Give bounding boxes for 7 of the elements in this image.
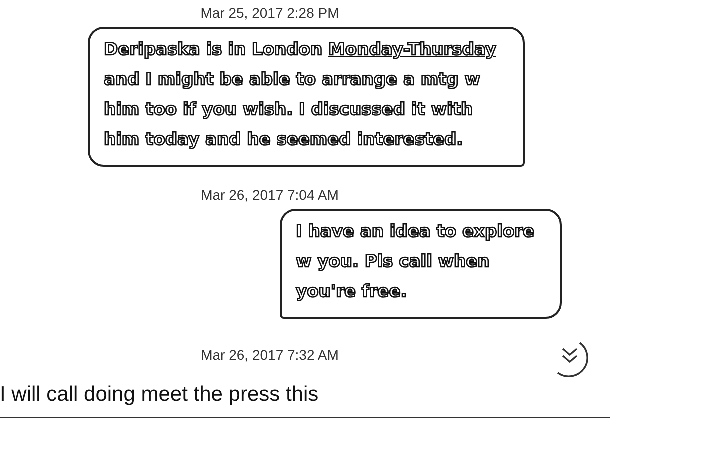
message-bubble: Deripaska is in London Monday-Thursday and I might be able to arrange a mtg w him too if you wish. I discussed it with him today and he seemed interested.	[88, 27, 525, 167]
message-timestamp: Mar 26, 2017 7:32 AM	[201, 347, 339, 363]
message-timestamp: Mar 25, 2017 2:28 PM	[200, 5, 340, 21]
message-bubble: I have an idea to explore w you. Pls call when you're free.	[280, 209, 562, 319]
message-timestamp: Mar 26, 2017 7:04 AM	[201, 187, 339, 203]
date-link[interactable]: Monday-Thursday	[328, 40, 496, 60]
message-input-text: I will call doing meet the press this	[0, 383, 319, 406]
